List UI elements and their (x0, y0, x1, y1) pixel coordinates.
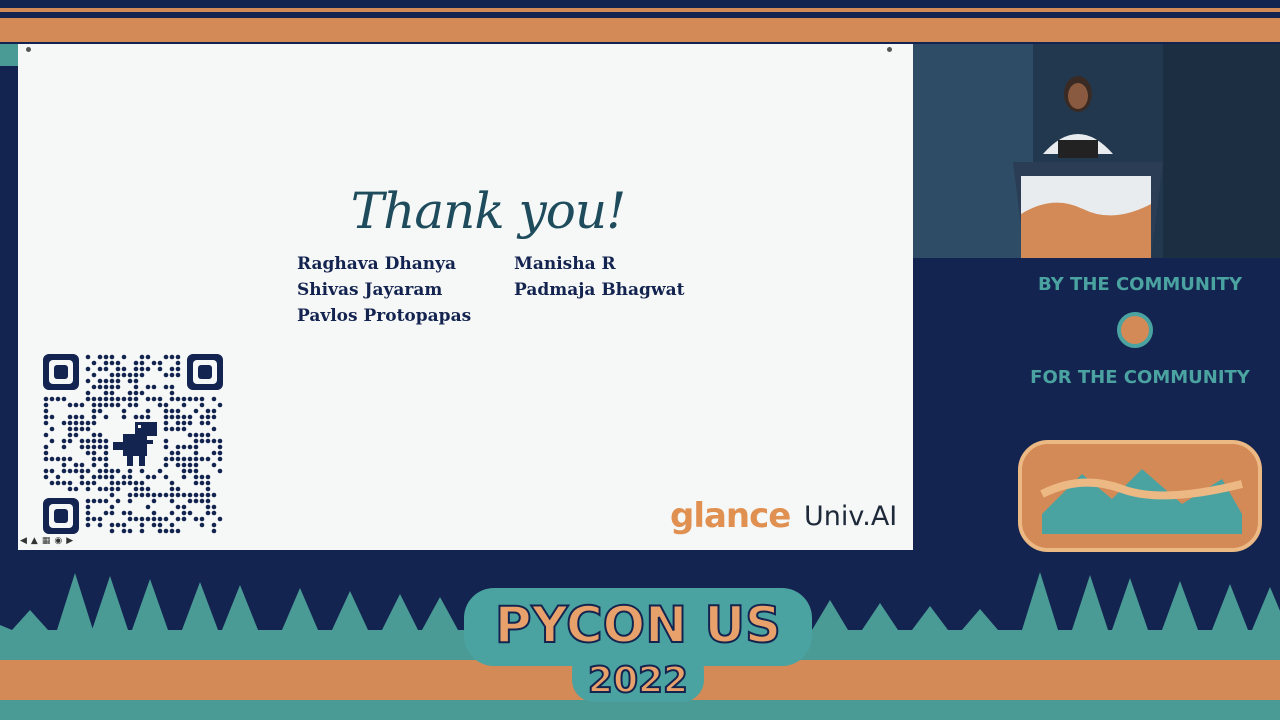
window-dot-icon (26, 47, 31, 52)
slide-nav-controls[interactable]: ◀ ▲ ▦ ◉ ▶ (20, 536, 73, 546)
next-slide-icon[interactable]: ▶ (66, 536, 73, 546)
divider-dot (1117, 312, 1153, 348)
name-item: Pavlos Protopapas (297, 306, 472, 326)
name-item: Shivas Jayaram (297, 280, 443, 300)
presentation-slide: Thank you! Raghava Dhanya Shivas Jayaram… (18, 44, 913, 550)
zoom-icon[interactable]: ◉ (54, 536, 62, 546)
glance-logo: glance (670, 496, 791, 536)
names-column-right: Manisha R Padmaja Bhagwat (514, 251, 684, 303)
grid-icon[interactable]: ▦ (42, 536, 51, 546)
qr-code-icon (43, 354, 223, 534)
window-dot-icon (887, 47, 892, 52)
name-item: Manisha R (514, 254, 616, 274)
name-item: Padmaja Bhagwat (514, 280, 685, 300)
pycon-logo: PYCON US 2022 (464, 588, 812, 702)
tagline-by-community: BY THE COMMUNITY (1038, 274, 1242, 295)
speaker-camera-feed (913, 44, 1280, 258)
left-accent-strip (0, 44, 18, 66)
slide-title: Thank you! (350, 182, 626, 240)
name-item: Raghava Dhanya (297, 254, 456, 274)
pointer-icon[interactable]: ▲ (31, 536, 38, 546)
names-column-left: Raghava Dhanya Shivas Jayaram Pavlos Pro… (297, 251, 471, 329)
tagline-for-community: FOR THE COMMUNITY (1030, 367, 1250, 388)
mountain-badge-icon (1040, 469, 1243, 534)
top-stripe (0, 0, 1280, 44)
conference-badge-logo (1018, 440, 1262, 552)
pycon-year: 2022 (588, 660, 688, 701)
univ-ai-logo: Univ.AI (804, 501, 898, 532)
prev-slide-icon[interactable]: ◀ (20, 536, 27, 546)
pycon-title: PYCON US (495, 596, 781, 654)
